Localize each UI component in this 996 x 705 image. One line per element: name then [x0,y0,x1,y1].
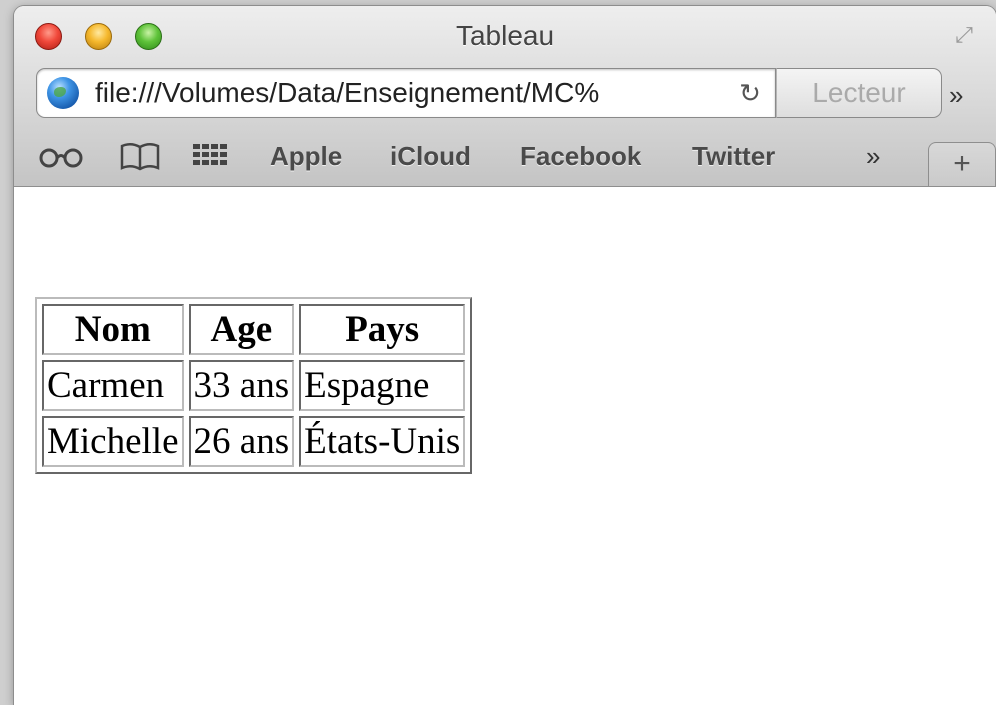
window-title: Tableau [455,20,555,51]
browser-toolbar: Tableau ⤢ file:///Volumes/Data/Enseignem… [14,6,996,187]
browser-window: Tableau ⤢ file:///Volumes/Data/Enseignem… [14,6,996,705]
reload-icon[interactable]: ↻ [733,75,767,111]
new-tab-button[interactable]: + [928,142,996,186]
reader-button[interactable]: Lecteur [776,68,942,118]
fullscreen-icon[interactable]: ⤢ [949,20,979,50]
table-cell: Michelle [42,416,184,467]
reading-list-icon[interactable] [38,138,84,174]
bookmark-icloud[interactable]: iCloud [390,138,471,174]
bookmark-twitter[interactable]: Twitter [692,138,775,174]
table-cell: 26 ans [188,416,295,467]
column-header-age: Age [188,304,295,355]
table-cell: Espagne [299,360,466,411]
bookmark-apple[interactable]: Apple [270,138,342,174]
column-header-pays: Pays [299,304,466,355]
bookmark-facebook[interactable]: Facebook [520,138,641,174]
table-cell: 33 ans [188,360,295,411]
bookmarks-bar: Apple iCloud Facebook Twitter » + [14,130,996,186]
data-table: Nom Age Pays Carmen 33 ans Espagne Miche… [35,297,473,474]
page-content: Nom Age Pays Carmen 33 ans Espagne Miche… [14,187,996,705]
globe-icon [47,77,79,109]
table-cell: Carmen [42,360,184,411]
table-row: Michelle 26 ans États-Unis [42,416,466,467]
url-text[interactable]: file:///Volumes/Data/Enseignement/MC% [95,76,715,110]
top-sites-icon[interactable] [190,138,230,174]
address-bar[interactable]: file:///Volumes/Data/Enseignement/MC% ↻ [36,68,776,118]
bookmarks-icon[interactable] [118,138,162,174]
toolbar-overflow-button[interactable]: » [949,80,963,110]
bookmarks-overflow-button[interactable]: » [866,138,880,174]
table-cell: États-Unis [299,416,466,467]
column-header-nom: Nom [42,304,184,355]
table-row: Carmen 33 ans Espagne [42,360,466,411]
table-header-row: Nom Age Pays [42,304,466,355]
